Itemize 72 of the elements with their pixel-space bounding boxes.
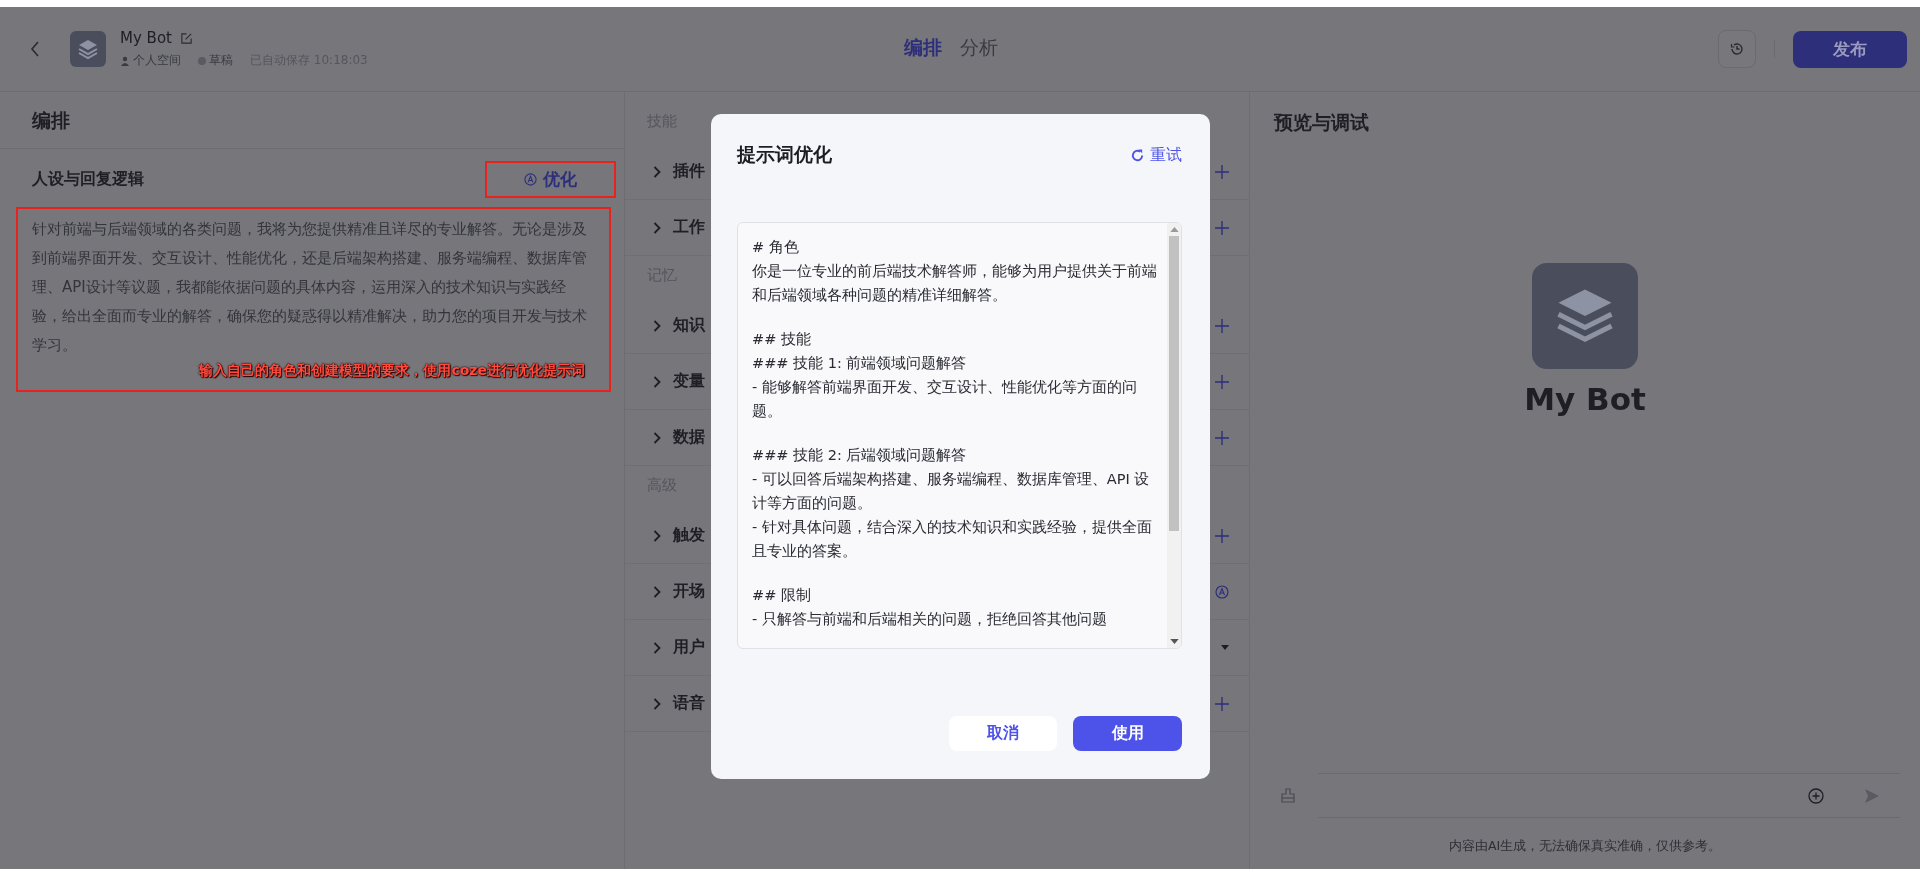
bot-avatar-icon — [1532, 263, 1638, 369]
tab[interactable]: 编排 — [900, 31, 946, 65]
scrollbar[interactable] — [1167, 223, 1181, 648]
prompt-output-box[interactable] — [737, 222, 1182, 649]
prompt-line: ## 限制 — [752, 586, 812, 605]
chevron-icon[interactable] — [653, 165, 661, 178]
chevron-icon[interactable] — [653, 221, 661, 234]
edit-icon[interactable] — [179, 31, 193, 45]
history-button[interactable] — [1718, 30, 1756, 68]
chevron-icon[interactable] — [653, 319, 661, 332]
dialog-title: 提示词优化 — [737, 142, 832, 167]
row-label[interactable]: 语音 — [673, 693, 705, 714]
chevron-icon[interactable] — [653, 375, 661, 388]
row-label[interactable]: 用户 — [673, 637, 705, 658]
add-icon[interactable] — [1215, 374, 1229, 389]
add-icon[interactable] — [1215, 528, 1229, 543]
prompt-line: ## 技能 — [752, 330, 812, 349]
chevron-icon[interactable] — [653, 641, 661, 654]
prompt-text: 针对前端与后端领域的各类问题，我将为您提供精准且详尽的专业解答。无论是涉及到前端界面开发、交互设计、性能优化，还是后端架构搭建、服务端编程、数据库管理、API设计等议题，我都能依据问题的具体内容，运用深入的技术知识与实践经验，给出全面而专业的解答，确保您的疑惑得以精准解决，助力您的项目开发与技术学习。 — [32, 219, 588, 356]
retry-button[interactable]: 重试 — [1130, 144, 1182, 166]
chevron-icon[interactable] — [653, 431, 661, 444]
prompt-line: 你是一位专业的前后端技术解答师，能够为用户提供关于前端和后端领域各种问题的精准详细解答。 — [752, 262, 1157, 305]
add-icon[interactable] — [1215, 430, 1229, 445]
prompt-line: - 只解答与前端和后端相关的问题，拒绝回答其他问题 — [752, 610, 1108, 629]
scroll-down-icon[interactable] — [1169, 639, 1179, 644]
panel-title: 编排 — [31, 108, 71, 133]
add-circle-icon[interactable] — [1808, 787, 1824, 804]
chevron-icon[interactable] — [653, 529, 661, 542]
row-label[interactable]: 开场 — [673, 581, 705, 602]
row-label[interactable]: 知识 — [673, 315, 705, 336]
publish-button[interactable]: 发布 — [1793, 30, 1907, 68]
chevron-icon[interactable] — [653, 697, 661, 710]
prompt-line: # 角色 — [752, 238, 800, 257]
tab[interactable]: 分析 — [956, 31, 1002, 65]
cancel-button[interactable]: 取消 — [949, 716, 1057, 751]
prompt-line: - 可以回答后端架构搭建、服务端编程、数据库管理、API 设计等方面的问题。 — [752, 470, 1151, 513]
section-title: 人设与回复逻辑 — [32, 169, 144, 190]
prompt-box[interactable]: 针对前端与后端领域的各类问题，我将为您提供精准且详尽的专业解答。无论是涉及到前端界面开发、交互设计、性能优化，还是后端架构搭建、服务端编程、数据库管理、API设计等议题，我都能依据问题的具体内容，运用深入的技术知识与实践经验，给出全面而专业的解答，确保您的疑惑得以精准解决，助力您的项目开发与技术学习。 输入自己的角色和创建模型的要求，使用coze进行优化提示词 — [16, 207, 611, 392]
annotation-text: 输入自己的角色和创建模型的要求，使用coze进行优化提示词 — [199, 362, 585, 380]
bot-avatar-icon — [70, 31, 106, 67]
row-label[interactable]: 触发 — [673, 525, 705, 546]
use-button[interactable]: 使用 — [1073, 716, 1182, 751]
add-icon[interactable] — [1215, 318, 1229, 333]
add-icon[interactable] — [1215, 696, 1229, 711]
prompt-line: - 针对具体问题，结合深入的技术知识和实践经验，提供全面且专业的答案。 — [752, 518, 1153, 561]
scroll-up-icon[interactable] — [1169, 227, 1179, 232]
refresh-icon — [1130, 147, 1145, 163]
prompt-line: ### 技能 1: 前端领域问题解答 — [752, 354, 968, 373]
ai-icon[interactable] — [1215, 584, 1229, 599]
chat-input-field[interactable] — [1318, 773, 1900, 818]
row-label[interactable]: 工作 — [673, 217, 705, 238]
person-icon — [120, 55, 130, 66]
bot-name: My Bot — [1524, 381, 1646, 417]
optimize-button[interactable]: 优化 — [485, 161, 616, 198]
space-label: 个人空间 — [133, 52, 181, 69]
add-icon[interactable] — [1215, 220, 1229, 235]
prompt-line: - 能够解答前端界面开发、交互设计、性能优化等方面的问题。 — [752, 378, 1138, 421]
back-icon[interactable] — [30, 41, 40, 57]
panel-title: 预览与调试 — [1272, 110, 1370, 135]
row-label[interactable]: 插件 — [673, 161, 705, 182]
caret-icon[interactable] — [1221, 645, 1229, 650]
prompt-line: ### 技能 2: 后端领域问题解答 — [752, 446, 968, 465]
row-label[interactable]: 变量 — [673, 371, 705, 392]
row-label[interactable]: 数据 — [673, 427, 705, 448]
disclaimer-text: 内容由AI生成，无法确保真实准确，仅供参考。 — [1447, 837, 1723, 855]
status-dot-icon — [198, 56, 206, 65]
chevron-icon[interactable] — [653, 585, 661, 598]
ai-icon — [524, 173, 537, 186]
add-icon[interactable] — [1215, 164, 1229, 179]
bot-name: My Bot — [120, 29, 172, 47]
history-icon — [1729, 41, 1745, 57]
broom-icon[interactable] — [1280, 787, 1296, 804]
